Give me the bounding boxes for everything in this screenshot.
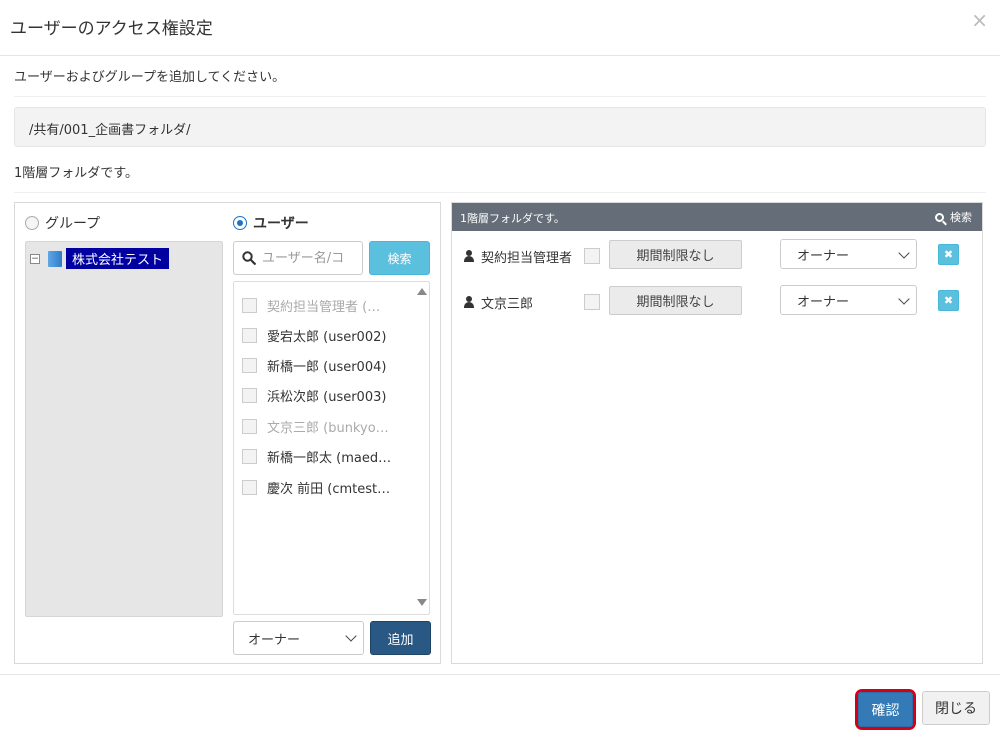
chevron-down-icon <box>345 630 357 642</box>
user-icon <box>464 296 474 308</box>
tree-node-root[interactable]: − 株式会社テスト <box>30 248 170 269</box>
close-icon[interactable]: × <box>971 10 988 30</box>
period-button[interactable]: 期間制限なし <box>609 286 742 315</box>
permissions-panel: 1階層フォルダです。 検索 契約担当管理者 期間制限なし オーナー ✖ 文京三郎… <box>451 202 983 664</box>
folder-path: /共有/001_企画書フォルダ/ <box>14 107 986 147</box>
divider <box>14 192 986 193</box>
add-button[interactable]: 追加 <box>370 621 431 655</box>
permissions-search-button[interactable]: 検索 <box>935 209 972 225</box>
chevron-down-icon <box>898 247 910 259</box>
permission-checkbox[interactable] <box>584 248 600 264</box>
dialog-title: ユーザーのアクセス権設定 <box>10 19 213 39</box>
remove-icon[interactable]: ✖ <box>938 290 959 311</box>
scroll-up-icon[interactable] <box>417 288 427 295</box>
list-item[interactable]: 契約担当管理者 (… <box>242 296 402 315</box>
permission-user-name: 契約担当管理者 <box>481 251 573 266</box>
permissions-header-title: 1階層フォルダです。 <box>460 212 565 225</box>
close-button[interactable]: 閉じる <box>922 691 990 725</box>
permissions-header: 1階層フォルダです。 検索 <box>452 203 982 231</box>
tree-collapse-icon[interactable]: − <box>30 253 40 264</box>
user-name: 契約担当管理者 (… <box>267 300 381 315</box>
list-item[interactable]: 慶次 前田 (cmtest… <box>242 478 402 497</box>
list-item[interactable]: 浜松次郎 (user003) <box>242 386 402 405</box>
permission-role-value: オーナー <box>797 294 850 310</box>
role-select-value: オーナー <box>248 632 301 648</box>
user-icon <box>464 250 474 262</box>
permission-role-select[interactable]: オーナー <box>780 239 917 269</box>
add-members-panel: グループ ユーザー − 株式会社テスト 検索 契約担当管理者 (… <box>14 202 441 664</box>
search-input[interactable] <box>262 250 354 266</box>
user-checkbox[interactable] <box>242 358 257 373</box>
scroll-down-icon[interactable] <box>417 599 427 606</box>
list-item[interactable]: 愛宕太郎 (user002) <box>242 326 402 345</box>
confirm-button[interactable]: 確認 <box>858 692 913 727</box>
radio-group-label: グループ <box>45 216 101 232</box>
user-name: 新橋一郎太 (maed… <box>267 451 392 466</box>
user-name: 愛宕太郎 (user002) <box>267 330 387 345</box>
permission-checkbox[interactable] <box>584 294 600 310</box>
permissions-search-label: 検索 <box>950 211 972 224</box>
permission-role-select[interactable]: オーナー <box>780 285 917 315</box>
user-checkbox[interactable] <box>242 449 257 464</box>
radio-user[interactable]: ユーザー <box>233 213 309 233</box>
group-tree: − 株式会社テスト <box>25 241 223 617</box>
permission-row: 文京三郎 期間制限なし オーナー ✖ <box>452 284 982 322</box>
user-checkbox[interactable] <box>242 298 257 313</box>
user-checkbox[interactable] <box>242 419 257 434</box>
divider <box>14 96 986 97</box>
user-name: 文京三郎 (bunkyo… <box>267 421 389 436</box>
dialog-header: ユーザーのアクセス権設定 × <box>0 0 1000 56</box>
permission-row: 契約担当管理者 期間制限なし オーナー ✖ <box>452 238 982 276</box>
list-item[interactable]: 新橋一郎太 (maed… <box>242 447 402 466</box>
user-list[interactable]: 契約担当管理者 (… 愛宕太郎 (user002) 新橋一郎 (user004)… <box>233 281 430 615</box>
user-name: 新橋一郎 (user004) <box>267 360 387 375</box>
radio-user-button[interactable] <box>233 216 247 230</box>
period-button[interactable]: 期間制限なし <box>609 240 742 269</box>
tree-node-label[interactable]: 株式会社テスト <box>66 248 170 269</box>
search-icon <box>935 212 944 222</box>
folder-description: 1階層フォルダです。 <box>14 166 138 181</box>
access-settings-dialog: ユーザーのアクセス権設定 × ユーザーおよびグループを追加してください。 /共有… <box>0 0 1000 731</box>
chevron-down-icon <box>898 293 910 305</box>
radio-user-label: ユーザー <box>253 216 309 232</box>
user-checkbox[interactable] <box>242 328 257 343</box>
instruction-text: ユーザーおよびグループを追加してください。 <box>14 70 286 85</box>
list-item[interactable]: 新橋一郎 (user004) <box>242 356 402 375</box>
user-checkbox[interactable] <box>242 388 257 403</box>
dialog-footer <box>0 674 1000 731</box>
radio-group[interactable]: グループ <box>25 213 100 233</box>
building-icon <box>48 250 62 267</box>
role-select[interactable]: オーナー <box>233 621 364 655</box>
user-name: 浜松次郎 (user003) <box>267 390 387 405</box>
search-button[interactable]: 検索 <box>369 241 430 275</box>
radio-group-button[interactable] <box>25 216 39 230</box>
user-checkbox[interactable] <box>242 480 257 495</box>
permission-role-value: オーナー <box>797 248 850 264</box>
remove-icon[interactable]: ✖ <box>938 244 959 265</box>
list-item[interactable]: 文京三郎 (bunkyo… <box>242 417 402 436</box>
search-icon <box>242 251 256 265</box>
user-search-field[interactable] <box>233 241 363 275</box>
user-name: 慶次 前田 (cmtest… <box>267 482 391 497</box>
permission-user-name: 文京三郎 <box>481 297 534 312</box>
